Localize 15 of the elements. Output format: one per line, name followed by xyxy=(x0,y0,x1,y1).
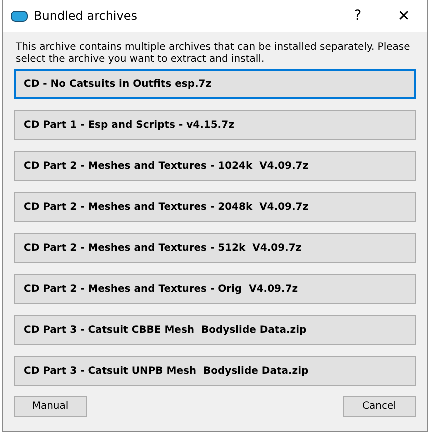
instruction-text: This archive contains multiple archives that can be installed separately. Please select the archive you want to extract and install. xyxy=(16,42,412,66)
archive-button[interactable]: CD Part 2 - Meshes and Textures - 512k V4.09.7z xyxy=(14,233,416,263)
manual-button[interactable]: Manual xyxy=(14,396,87,417)
archive-button[interactable]: CD - No Catsuits in Outfits esp.7z xyxy=(14,69,416,99)
archive-button[interactable]: CD Part 1 - Esp and Scripts - v4.15.7z xyxy=(14,110,416,140)
archive-button[interactable]: CD Part 2 - Meshes and Textures - 1024k V4.09.7z xyxy=(14,151,416,181)
help-button[interactable]: ? xyxy=(335,0,381,32)
window-title: Bundled archives xyxy=(34,9,139,23)
close-button[interactable]: ✕ xyxy=(381,0,427,32)
archive-button[interactable]: CD Part 2 - Meshes and Textures - Orig V4.09.7z xyxy=(14,274,416,304)
archive-button[interactable]: CD Part 2 - Meshes and Textures - 2048k V4.09.7z xyxy=(14,192,416,222)
app-icon xyxy=(11,10,28,22)
archive-button[interactable]: CD Part 3 - Catsuit CBBE Mesh Bodyslide Data.zip xyxy=(14,315,416,345)
archive-button[interactable]: CD Part 3 - Catsuit UNPB Mesh Bodyslide Data.zip xyxy=(14,356,416,386)
cancel-button[interactable]: Cancel xyxy=(343,396,416,417)
